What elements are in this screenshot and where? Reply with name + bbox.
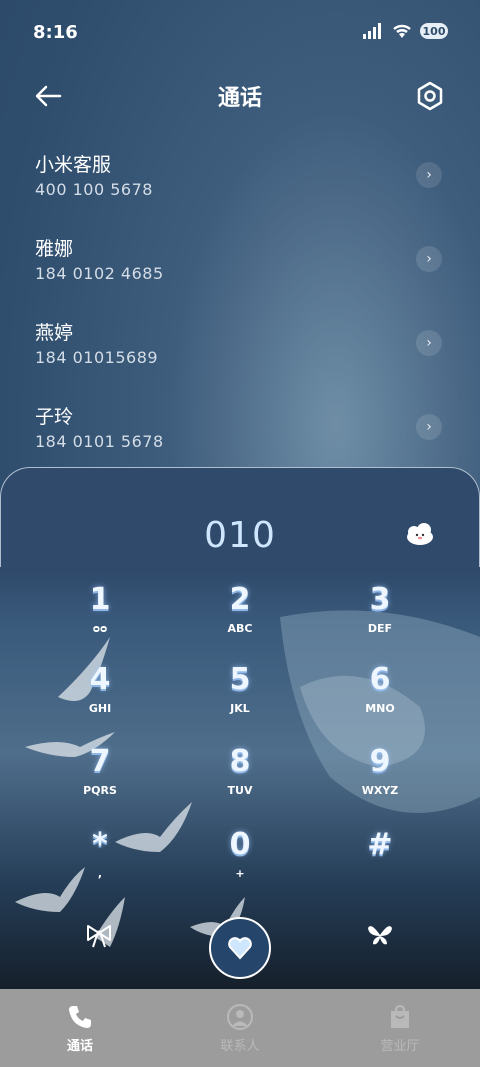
chevron-right-icon[interactable]: › (416, 246, 442, 272)
contact-item[interactable]: 子玲 184 0101 5678 › (0, 392, 480, 476)
key-digit: 8 (229, 744, 251, 779)
person-icon (227, 1004, 253, 1030)
contact-number: 400 100 5678 (35, 180, 153, 199)
key-2[interactable]: 2 ABC (170, 580, 310, 650)
contact-number: 184 0102 4685 (35, 264, 164, 283)
contact-item[interactable]: 雅娜 184 0102 4685 › (0, 224, 480, 308)
contact-name: 子玲 (35, 406, 74, 428)
key-letters: GHI (88, 702, 112, 715)
wifi-icon (393, 24, 411, 38)
key-6[interactable]: 6 MNO (310, 660, 450, 730)
key-letters: ABC (227, 622, 253, 635)
page-title: 通话 (217, 86, 262, 111)
key-digit: 0 (229, 827, 251, 862)
contact-number: 184 01015689 (35, 348, 159, 367)
key-digit: 1 (89, 582, 111, 617)
key-digit: 5 (229, 662, 251, 697)
key-4[interactable]: 4 GHI (30, 660, 170, 730)
bow-icon[interactable] (84, 920, 114, 950)
nav-label: 营业厅 (380, 1039, 420, 1054)
key-letters: DEF (367, 622, 393, 635)
key-8[interactable]: 8 TUV (170, 742, 310, 812)
nav-label: 联系人 (220, 1039, 260, 1054)
key-1[interactable]: 1 ᴑᴑ (30, 580, 170, 650)
header: 通话 (0, 66, 480, 126)
contact-item[interactable]: 燕婷 184 01015689 › (0, 308, 480, 392)
nav-item-store[interactable]: 营业厅 (320, 989, 480, 1067)
cloud-bunny-icon[interactable] (404, 520, 436, 548)
phone-icon (69, 1006, 91, 1028)
contact-name: 雅娜 (35, 238, 74, 260)
contact-number: 184 0101 5678 (35, 432, 164, 451)
store-icon (391, 1004, 409, 1028)
contact-item[interactable]: 小米客服 400 100 5678 › (0, 140, 480, 224)
nav-label: 通话 (66, 1039, 93, 1054)
key-letters: JKL (230, 702, 250, 715)
key-letters: TUV (227, 784, 253, 797)
key-hash[interactable]: # (310, 825, 450, 895)
key-digit: # (367, 827, 393, 862)
key-5[interactable]: 5 JKL (170, 660, 310, 730)
contact-name: 燕婷 (35, 322, 74, 344)
key-digit: 2 (229, 582, 251, 617)
key-0[interactable]: 0 + (170, 825, 310, 895)
nav-item-contacts[interactable]: 联系人 (160, 989, 320, 1067)
heart-icon (228, 937, 252, 960)
key-letters: PQRS (83, 784, 117, 797)
chevron-right-icon[interactable]: › (416, 162, 442, 188)
contact-suggestions-list: 小米客服 400 100 5678 › 雅娜 184 0102 4685 › 燕… (0, 140, 480, 476)
butterfly-icon[interactable] (365, 920, 395, 950)
call-button[interactable] (209, 917, 271, 979)
key-digit: * (92, 827, 108, 862)
settings-icon[interactable] (412, 78, 448, 114)
battery-icon: 100 (420, 23, 448, 39)
key-letters: , (97, 867, 103, 880)
key-digit: 3 (369, 582, 391, 617)
status-time: 8:16 (33, 22, 78, 43)
contact-name: 小米客服 (35, 154, 112, 176)
bottom-nav: 通话 联系人 营业厅 (0, 989, 480, 1067)
key-star[interactable]: *, (30, 825, 170, 895)
dial-action-row (0, 910, 480, 980)
key-7[interactable]: 7 PQRS (30, 742, 170, 812)
key-digit: 7 (89, 744, 111, 779)
chevron-right-icon[interactable]: › (416, 330, 442, 356)
key-letters: + (235, 867, 245, 880)
nav-item-calls[interactable]: 通话 (0, 989, 160, 1067)
signal-icon (363, 23, 381, 39)
status-bar: 8:16 100 (0, 0, 480, 66)
key-letters: WXYZ (361, 784, 399, 797)
voicemail-icon: ᴑᴑ (92, 622, 108, 635)
key-3[interactable]: 3 DEF (310, 580, 450, 650)
chevron-right-icon[interactable]: › (416, 414, 442, 440)
status-icons: 100 (362, 23, 448, 39)
key-digit: 4 (89, 662, 111, 697)
key-digit: 6 (369, 662, 391, 697)
key-letters: MNO (365, 702, 395, 715)
key-9[interactable]: 9 WXYZ (310, 742, 450, 812)
key-digit: 9 (369, 744, 391, 779)
